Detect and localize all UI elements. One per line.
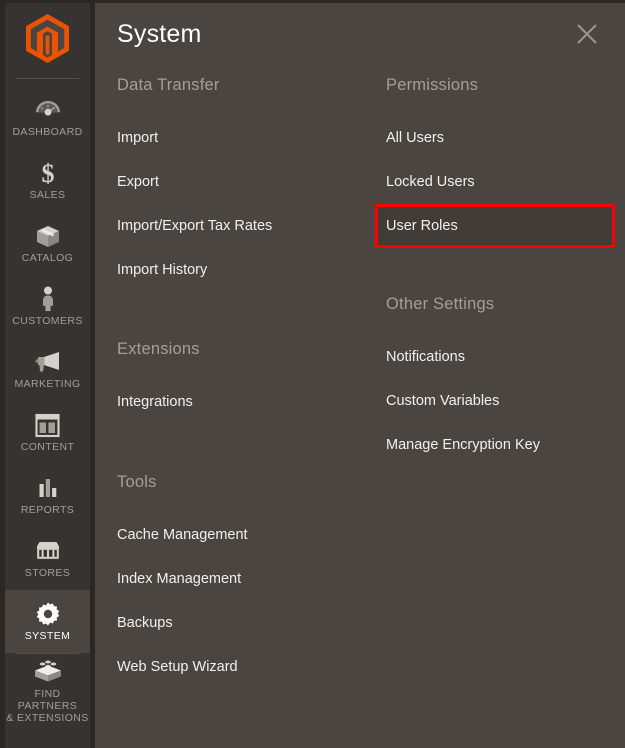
menu-item-all-users[interactable]: All Users — [386, 116, 611, 160]
menu-item-custom-variables[interactable]: Custom Variables — [386, 379, 611, 423]
gear-icon — [35, 601, 61, 627]
menu-item-notifications[interactable]: Notifications — [386, 335, 611, 379]
sidebar-item-catalog[interactable]: CATALOG — [5, 212, 90, 275]
sidebar-item-label: DASHBOARD — [12, 126, 83, 138]
menu-group-permissions: Permissions All Users Locked Users User Rol… — [375, 75, 615, 248]
dashboard-gauge-icon — [35, 97, 61, 123]
megaphone-icon — [34, 349, 62, 375]
sidebar-item-label: SALES — [29, 189, 66, 201]
menu-column-left: Data Transfer Import Export Import/Export T… — [117, 75, 367, 689]
sidebar-item-content[interactable]: CONTENT — [5, 401, 90, 464]
bar-chart-icon — [36, 475, 60, 501]
menu-item-user-roles[interactable]: User Roles — [375, 204, 615, 248]
sidebar-inner: DASHBOARD $ SALES CATALOG CUSTOMERS MARK… — [5, 3, 90, 748]
menu-group-title: Tools — [117, 473, 157, 491]
system-menu-columns: Data Transfer Import Export Import/Export T… — [95, 75, 625, 748]
admin-sidebar: DASHBOARD $ SALES CATALOG CUSTOMERS MARK… — [0, 0, 95, 748]
system-menu-panel: System Data Transfer Import Export Import/E… — [95, 3, 625, 748]
sidebar-item-label: SYSTEM — [24, 630, 71, 642]
menu-item-cache-management[interactable]: Cache Management — [117, 513, 367, 557]
sidebar-item-stores[interactable]: STORES — [5, 527, 90, 590]
sidebar-item-label-line2: & EXTENSIONS — [6, 711, 89, 724]
menu-group-items: All Users Locked Users User Roles — [375, 116, 615, 248]
sidebar-item-reports[interactable]: REPORTS — [5, 464, 90, 527]
menu-group-title: Other Settings — [386, 295, 495, 313]
close-icon — [576, 23, 598, 50]
magento-logo-link[interactable] — [5, 8, 90, 73]
sidebar-nav-list: DASHBOARD $ SALES CATALOG CUSTOMERS MARK… — [5, 86, 90, 728]
menu-item-web-setup-wizard[interactable]: Web Setup Wizard — [117, 645, 367, 689]
logo-divider — [16, 78, 79, 79]
sidebar-item-find-partners-extensions[interactable]: FIND PARTNERS & EXTENSIONS — [5, 654, 90, 728]
menu-group-title: Permissions — [386, 76, 479, 94]
magento-logo — [26, 13, 69, 68]
sidebar-item-label: FIND PARTNERS & EXTENSIONS — [5, 688, 90, 724]
menu-group-items: Integrations — [117, 380, 367, 424]
sidebar-item-label: CATALOG — [21, 252, 74, 264]
storefront-icon — [34, 538, 62, 564]
lego-brick-icon — [33, 659, 63, 685]
sidebar-item-system[interactable]: SYSTEM — [5, 590, 90, 653]
sidebar-item-label: REPORTS — [20, 504, 75, 516]
sidebar-item-label: STORES — [24, 567, 71, 579]
close-button[interactable] — [572, 21, 602, 51]
person-icon — [39, 286, 57, 312]
box-package-icon — [35, 223, 61, 249]
sidebar-item-label: CONTENT — [20, 441, 75, 453]
menu-item-integrations[interactable]: Integrations — [117, 380, 367, 424]
menu-column-right: Permissions All Users Locked Users User Rol… — [375, 75, 615, 467]
menu-item-locked-users[interactable]: Locked Users — [386, 160, 611, 204]
menu-group-other-settings: Other Settings Notifications Custom Variab… — [386, 294, 611, 467]
menu-group-extensions: Extensions Integrations — [117, 339, 367, 424]
menu-item-import-export-tax-rates[interactable]: Import/Export Tax Rates — [117, 204, 367, 248]
sidebar-item-marketing[interactable]: MARKETING — [5, 338, 90, 401]
menu-group-items: Cache Management Index Management Backups W… — [117, 513, 367, 689]
menu-group-tools: Tools Cache Management Index Management Bac… — [117, 472, 367, 689]
menu-item-import-history[interactable]: Import History — [117, 248, 367, 292]
menu-group-title: Extensions — [117, 340, 200, 358]
panel-header: System — [95, 3, 625, 75]
sidebar-item-label: MARKETING — [14, 378, 81, 390]
dollar-sign-icon: $ — [39, 160, 57, 186]
sidebar-item-dashboard[interactable]: DASHBOARD — [5, 86, 90, 149]
menu-group-data-transfer: Data Transfer Import Export Import/Export T… — [117, 75, 367, 292]
menu-item-import[interactable]: Import — [117, 116, 367, 160]
menu-group-items: Notifications Custom Variables Manage Encr… — [386, 335, 611, 467]
menu-group-title: Data Transfer — [117, 76, 220, 94]
svg-text:$: $ — [41, 160, 54, 186]
sidebar-item-sales[interactable]: $ SALES — [5, 149, 90, 212]
menu-item-manage-encryption-key[interactable]: Manage Encryption Key — [386, 423, 611, 467]
layout-page-icon — [35, 412, 60, 438]
sidebar-item-label: CUSTOMERS — [12, 315, 83, 327]
menu-group-items: Import Export Import/Export Tax Rates Impor… — [117, 116, 367, 292]
menu-item-export[interactable]: Export — [117, 160, 367, 204]
page-title: System — [117, 20, 202, 48]
menu-item-backups[interactable]: Backups — [117, 601, 367, 645]
sidebar-item-customers[interactable]: CUSTOMERS — [5, 275, 90, 338]
sidebar-item-label-line1: FIND PARTNERS — [17, 687, 78, 712]
menu-item-index-management[interactable]: Index Management — [117, 557, 367, 601]
magento-admin-screen: DASHBOARD $ SALES CATALOG CUSTOMERS MARK… — [0, 0, 625, 748]
